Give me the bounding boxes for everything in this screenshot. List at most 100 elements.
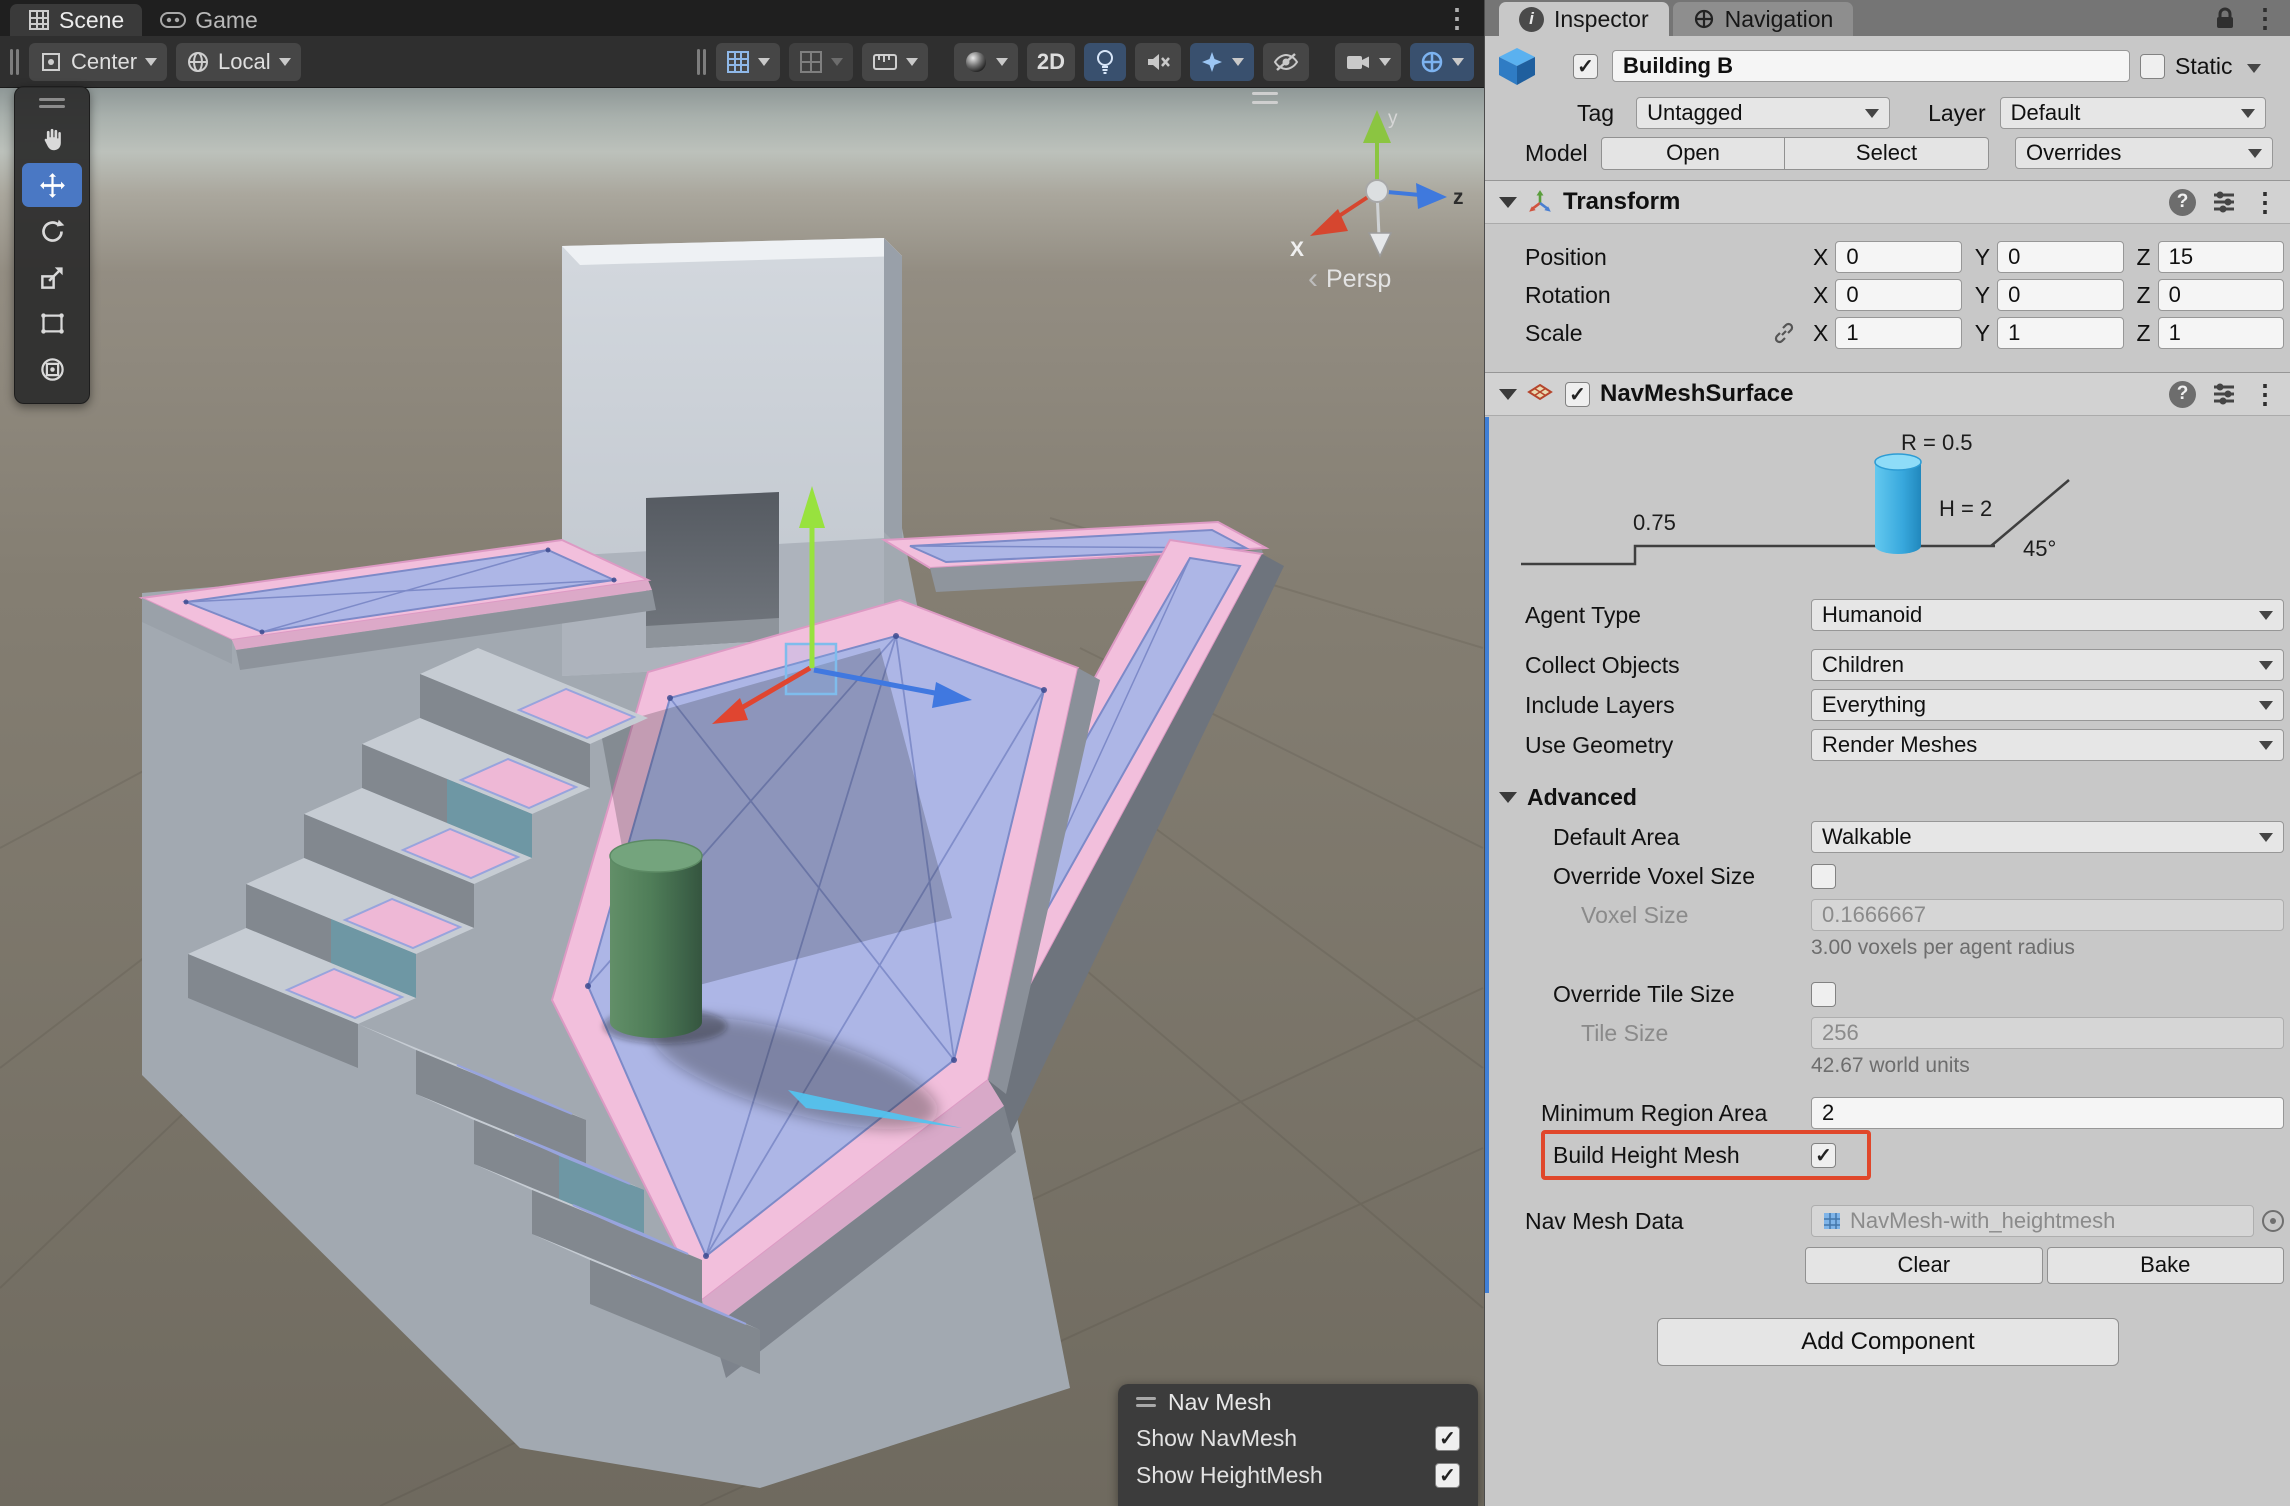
tab-navigation[interactable]: Navigation — [1673, 2, 1854, 36]
model-open-button[interactable]: Open — [1601, 137, 1785, 170]
audio-toggle-button[interactable] — [1135, 43, 1181, 81]
lighting-toggle-button[interactable] — [1084, 43, 1126, 81]
position-x-field[interactable]: 0 — [1835, 241, 1961, 273]
foldout-icon[interactable] — [1499, 389, 1517, 400]
toolbar-drag-handle-2[interactable] — [697, 49, 707, 75]
rotation-label: Rotation — [1525, 282, 1811, 309]
draw-mode-dropdown[interactable] — [954, 43, 1018, 81]
palette-drag-handle[interactable] — [15, 91, 89, 115]
tab-inspector[interactable]: i Inspector — [1499, 2, 1669, 36]
object-picker-icon[interactable] — [2262, 1210, 2284, 1232]
hand-tool-button[interactable] — [22, 117, 82, 161]
inspector-tabstrip: i Inspector Navigation ⋮ — [1485, 0, 2290, 36]
measure-tool-button[interactable] — [862, 43, 928, 81]
orientation-overlay-handle[interactable] — [1252, 92, 1278, 104]
scale-tool-button[interactable] — [22, 255, 82, 299]
object-name-field[interactable]: Building B — [1612, 50, 2130, 82]
2d-toggle-button[interactable]: 2D — [1027, 43, 1075, 81]
agent-type-dropdown[interactable]: Humanoid — [1811, 599, 2284, 631]
navmesh-display-overlay: Nav Mesh Show NavMesh Show HeightMesh — [1118, 1384, 1478, 1506]
navmesh-data-object-field[interactable]: NavMesh-with_heightmesh — [1811, 1205, 2254, 1237]
constrain-proportions-icon[interactable] — [1773, 322, 1795, 344]
green-cylinder[interactable] — [610, 840, 702, 1038]
inspector-menu-icon[interactable]: ⋮ — [2252, 3, 2278, 34]
use-geometry-dropdown[interactable]: Render Meshes — [1811, 729, 2284, 761]
prefab-cube-icon[interactable] — [1495, 44, 1539, 88]
scene-viewport[interactable] — [0, 88, 1484, 1506]
tile-help-text: 42.67 world units — [1811, 1054, 1970, 1078]
foldout-icon[interactable] — [1499, 197, 1517, 208]
advanced-label: Advanced — [1527, 784, 1637, 811]
camera-dropdown-button[interactable] — [1335, 43, 1401, 81]
component-menu-icon[interactable]: ⋮ — [2252, 379, 2278, 410]
orientation-mode-dropdown[interactable]: Local — [176, 43, 301, 81]
collect-objects-dropdown[interactable]: Children — [1811, 649, 2284, 681]
active-checkbox[interactable] — [1573, 54, 1598, 79]
help-icon[interactable]: ? — [2169, 189, 2196, 216]
tab-game[interactable]: Game — [142, 4, 276, 36]
min-region-field[interactable]: 2 — [1811, 1097, 2284, 1129]
include-layers-dropdown[interactable]: Everything — [1811, 689, 2284, 721]
pivot-mode-dropdown[interactable]: Center — [29, 43, 167, 81]
position-z-field[interactable]: 15 — [2158, 241, 2284, 273]
inspector-panel: i Inspector Navigation ⋮ Building B Stat… — [1484, 0, 2290, 1506]
static-checkbox[interactable] — [2140, 54, 2165, 79]
advanced-foldout[interactable]: Advanced — [1485, 782, 2290, 812]
rotation-x-field[interactable]: 0 — [1835, 279, 1961, 311]
show-navmesh-checkbox[interactable] — [1435, 1426, 1460, 1451]
show-heightmesh-checkbox[interactable] — [1435, 1463, 1460, 1488]
rotate-tool-button[interactable] — [22, 209, 82, 253]
agent-step-label: 0.75 — [1633, 510, 1676, 535]
axis-neg-y-cone[interactable] — [1369, 233, 1391, 256]
hidden-objects-button[interactable] — [1263, 43, 1309, 81]
gizmos-dropdown-button[interactable] — [1410, 43, 1474, 81]
navmeshsurface-header[interactable]: NavMeshSurface ? ⋮ — [1485, 372, 2290, 416]
help-icon[interactable]: ? — [2169, 381, 2196, 408]
tag-dropdown[interactable]: Untagged — [1636, 97, 1890, 129]
move-tool-button[interactable] — [22, 163, 82, 207]
build-height-mesh-checkbox[interactable] — [1811, 1143, 1836, 1168]
model-select-button[interactable]: Select — [1785, 137, 1989, 170]
axis-x-label: X — [1813, 244, 1828, 271]
presets-icon[interactable] — [2211, 189, 2237, 215]
component-enabled-checkbox[interactable] — [1565, 382, 1590, 407]
grid-snap-button[interactable] — [716, 43, 780, 81]
override-voxel-checkbox[interactable] — [1811, 864, 1836, 889]
transform-header[interactable]: Transform ? ⋮ — [1485, 180, 2290, 224]
transform-tool-button[interactable] — [22, 347, 82, 391]
gizmo-center[interactable] — [1366, 180, 1388, 202]
axis-y-cone[interactable] — [1363, 110, 1391, 143]
scale-y-field[interactable]: 1 — [1997, 317, 2123, 349]
persp-collapse-icon: ‹ — [1308, 264, 1318, 294]
rotation-z-field[interactable]: 0 — [2158, 279, 2284, 311]
layer-dropdown[interactable]: Default — [2000, 97, 2266, 129]
scene-tab-menu-icon[interactable]: ⋮ — [1444, 3, 1470, 34]
effects-dropdown-button[interactable] — [1190, 43, 1254, 81]
scale-z-field[interactable]: 1 — [2158, 317, 2284, 349]
scale-x-field[interactable]: 1 — [1835, 317, 1961, 349]
static-flags-caret-icon[interactable] — [2247, 64, 2261, 73]
toolbar-drag-handle[interactable] — [10, 49, 20, 75]
navmesh-overlay-header[interactable]: Nav Mesh — [1118, 1384, 1478, 1420]
camera-icon — [1345, 51, 1371, 73]
presets-icon[interactable] — [2211, 381, 2237, 407]
shaded-sphere-icon — [964, 50, 988, 74]
rect-tool-button[interactable] — [22, 301, 82, 345]
position-y-field[interactable]: 0 — [1997, 241, 2123, 273]
add-component-button[interactable]: Add Component — [1657, 1318, 2119, 1366]
view-orientation-gizmo[interactable]: y z X — [1282, 96, 1472, 286]
audio-muted-icon — [1145, 50, 1171, 74]
overrides-dropdown[interactable]: Overrides — [2015, 137, 2273, 169]
axis-z-cone[interactable] — [1416, 183, 1447, 209]
tab-scene[interactable]: Scene — [10, 4, 142, 36]
projection-label[interactable]: ‹ Persp — [1308, 264, 1391, 294]
increment-snap-button[interactable] — [789, 43, 853, 81]
object-header-row: Building B Static — [1485, 46, 2290, 86]
default-area-dropdown[interactable]: Walkable — [1811, 821, 2284, 853]
bake-button[interactable]: Bake — [2047, 1247, 2285, 1284]
component-menu-icon[interactable]: ⋮ — [2252, 187, 2278, 218]
override-tile-checkbox[interactable] — [1811, 982, 1836, 1007]
lock-icon[interactable] — [2214, 6, 2236, 30]
clear-button[interactable]: Clear — [1805, 1247, 2043, 1284]
rotation-y-field[interactable]: 0 — [1997, 279, 2123, 311]
